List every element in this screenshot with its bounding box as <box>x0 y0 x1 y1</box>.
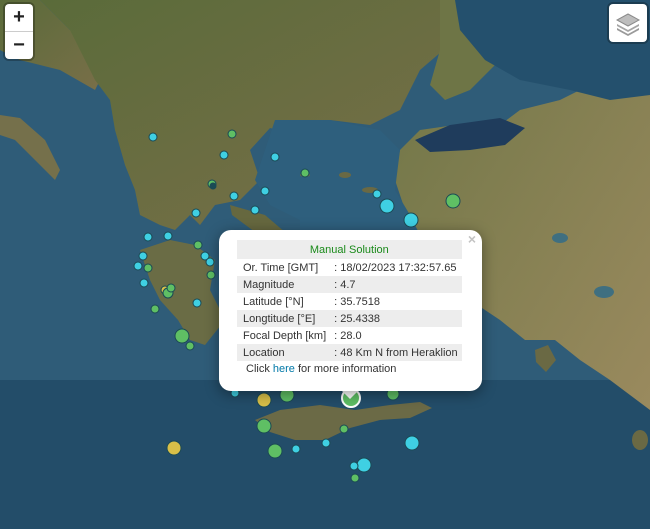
quake-marker[interactable] <box>209 182 217 190</box>
more-info-text: Click here for more information <box>246 363 396 375</box>
popup-close-button[interactable]: × <box>468 232 476 246</box>
quake-marker[interactable] <box>270 152 280 162</box>
quake-marker[interactable] <box>166 283 176 293</box>
quake-marker[interactable] <box>229 191 239 201</box>
quake-marker[interactable] <box>321 438 331 448</box>
quake-marker[interactable] <box>349 461 359 471</box>
detail-row: Location : 48 Km N from Heraklion <box>237 344 462 361</box>
info-prefix: Click <box>246 363 273 375</box>
detail-label: Or. Time [GMT] <box>243 261 319 274</box>
quake-marker[interactable] <box>227 129 237 139</box>
layers-icon <box>615 13 641 36</box>
quake-marker[interactable] <box>193 240 203 250</box>
quake-marker[interactable] <box>185 341 195 351</box>
quake-marker[interactable] <box>445 193 461 209</box>
detail-label: Latitude [°N] <box>243 295 304 308</box>
zoom-out-button[interactable]: − <box>5 32 33 59</box>
detail-row: Longtitude [°E] : 25.4338 <box>237 310 462 327</box>
quake-marker[interactable] <box>300 168 310 178</box>
quake-marker[interactable] <box>166 440 182 456</box>
popup-title: Manual Solution <box>237 240 462 259</box>
layers-button[interactable] <box>609 4 647 42</box>
quake-marker[interactable] <box>191 208 201 218</box>
more-info-link[interactable]: here <box>273 363 295 375</box>
quake-marker[interactable] <box>267 443 283 459</box>
lake <box>594 286 614 298</box>
detail-value: : 48 Km N from Heraklion <box>330 344 462 361</box>
quake-marker[interactable] <box>339 424 349 434</box>
island <box>339 172 351 178</box>
quake-marker[interactable] <box>150 304 160 314</box>
quake-marker[interactable] <box>350 473 360 483</box>
detail-label: Location <box>237 344 331 361</box>
earthquake-popup: × Manual Solution Or. Time [GMT] : 18/02… <box>219 230 482 391</box>
quake-marker[interactable] <box>163 231 173 241</box>
quake-marker[interactable] <box>148 132 158 142</box>
detail-value: : 4.7 <box>330 276 462 293</box>
detail-value: : 28.0 <box>334 329 362 342</box>
quake-marker[interactable] <box>206 270 216 280</box>
lake <box>552 233 568 243</box>
detail-row: Latitude [°N] : 35.7518 <box>237 293 462 310</box>
detail-label: Magnitude <box>237 276 331 293</box>
quake-marker[interactable] <box>256 418 272 434</box>
quake-marker[interactable] <box>219 150 229 160</box>
quake-marker[interactable] <box>250 205 260 215</box>
quake-marker[interactable] <box>174 328 190 344</box>
quake-marker[interactable] <box>192 298 202 308</box>
earthquake-details-table: Manual Solution Or. Time [GMT] : 18/02/2… <box>237 240 462 361</box>
info-suffix: for more information <box>294 363 397 375</box>
detail-row: Or. Time [GMT] : 18/02/2023 17:32:57.65 <box>237 259 462 276</box>
detail-label: Longtitude [°E] <box>237 310 331 327</box>
quake-marker[interactable] <box>404 435 420 451</box>
quake-marker[interactable] <box>143 263 153 273</box>
quake-marker[interactable] <box>403 212 419 228</box>
quake-marker[interactable] <box>143 232 153 242</box>
quake-marker[interactable] <box>356 457 372 473</box>
quake-marker[interactable] <box>372 189 382 199</box>
quake-marker[interactable] <box>205 257 215 267</box>
quake-marker[interactable] <box>133 261 143 271</box>
island <box>632 430 648 450</box>
quake-marker[interactable] <box>139 278 149 288</box>
zoom-control: + − <box>5 4 33 59</box>
quake-marker[interactable] <box>260 186 270 196</box>
quake-marker[interactable] <box>256 392 272 408</box>
zoom-in-button[interactable]: + <box>5 4 33 32</box>
quake-marker[interactable] <box>379 198 395 214</box>
detail-value: : 25.4338 <box>330 310 462 327</box>
detail-label: Focal Depth [km] <box>243 329 327 342</box>
quake-marker[interactable] <box>291 444 301 454</box>
quake-marker[interactable] <box>138 251 148 261</box>
detail-value: : 35.7518 <box>334 295 381 308</box>
detail-value: : 18/02/2023 17:32:57.65 <box>334 261 457 274</box>
detail-row: Focal Depth [km] : 28.0 <box>237 327 462 344</box>
deep-sea <box>0 380 650 529</box>
detail-row: Magnitude : 4.7 <box>237 276 462 293</box>
